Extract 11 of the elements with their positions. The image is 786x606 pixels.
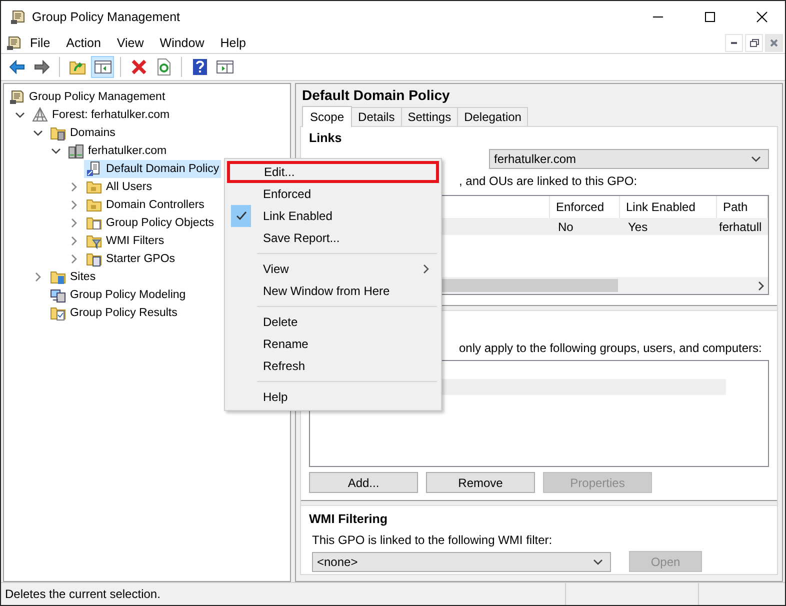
status-text: Deletes the current selection. [4, 587, 162, 601]
section-heading: Links [309, 131, 343, 147]
table-cell-text: Yes [627, 220, 649, 234]
window-title: Group Policy Management [32, 10, 181, 24]
caption-text: only apply to the following groups, users, and computers: [458, 341, 763, 355]
pane-title: Default Domain Policy [301, 87, 451, 105]
caption-text: , and OUs are linked to this GPO: [458, 174, 638, 188]
table-cell-text: ferhatull [718, 220, 763, 234]
caption-text: This GPO is linked to the following WMI filter: [311, 533, 554, 547]
table-cell-text: No [557, 220, 574, 234]
section-heading: WMI Filtering [309, 512, 388, 528]
